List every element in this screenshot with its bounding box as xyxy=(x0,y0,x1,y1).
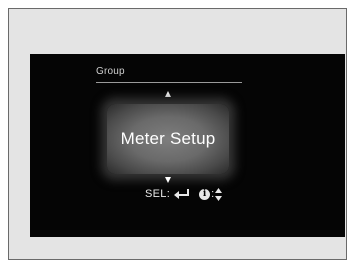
arrow-down-icon[interactable] xyxy=(165,177,171,183)
meter-display: Group Meter Setup SEL: i : xyxy=(30,54,345,237)
menu-title: Group xyxy=(96,66,125,77)
arrow-up-icon[interactable] xyxy=(165,91,171,97)
menu-item-selected[interactable]: Meter Setup xyxy=(107,104,229,174)
info-icon: i xyxy=(199,188,211,200)
select-hint-label: SEL: xyxy=(145,188,171,200)
info-hint-separator: : xyxy=(211,188,215,200)
enter-icon xyxy=(174,189,190,199)
menu-header: Group xyxy=(96,66,242,83)
figure-frame: Group Meter Setup SEL: i : xyxy=(8,8,347,260)
menu-item-label: Meter Setup xyxy=(120,129,216,148)
scroll-up-down-icon xyxy=(215,187,223,201)
control-hint: SEL: i : xyxy=(145,186,223,202)
